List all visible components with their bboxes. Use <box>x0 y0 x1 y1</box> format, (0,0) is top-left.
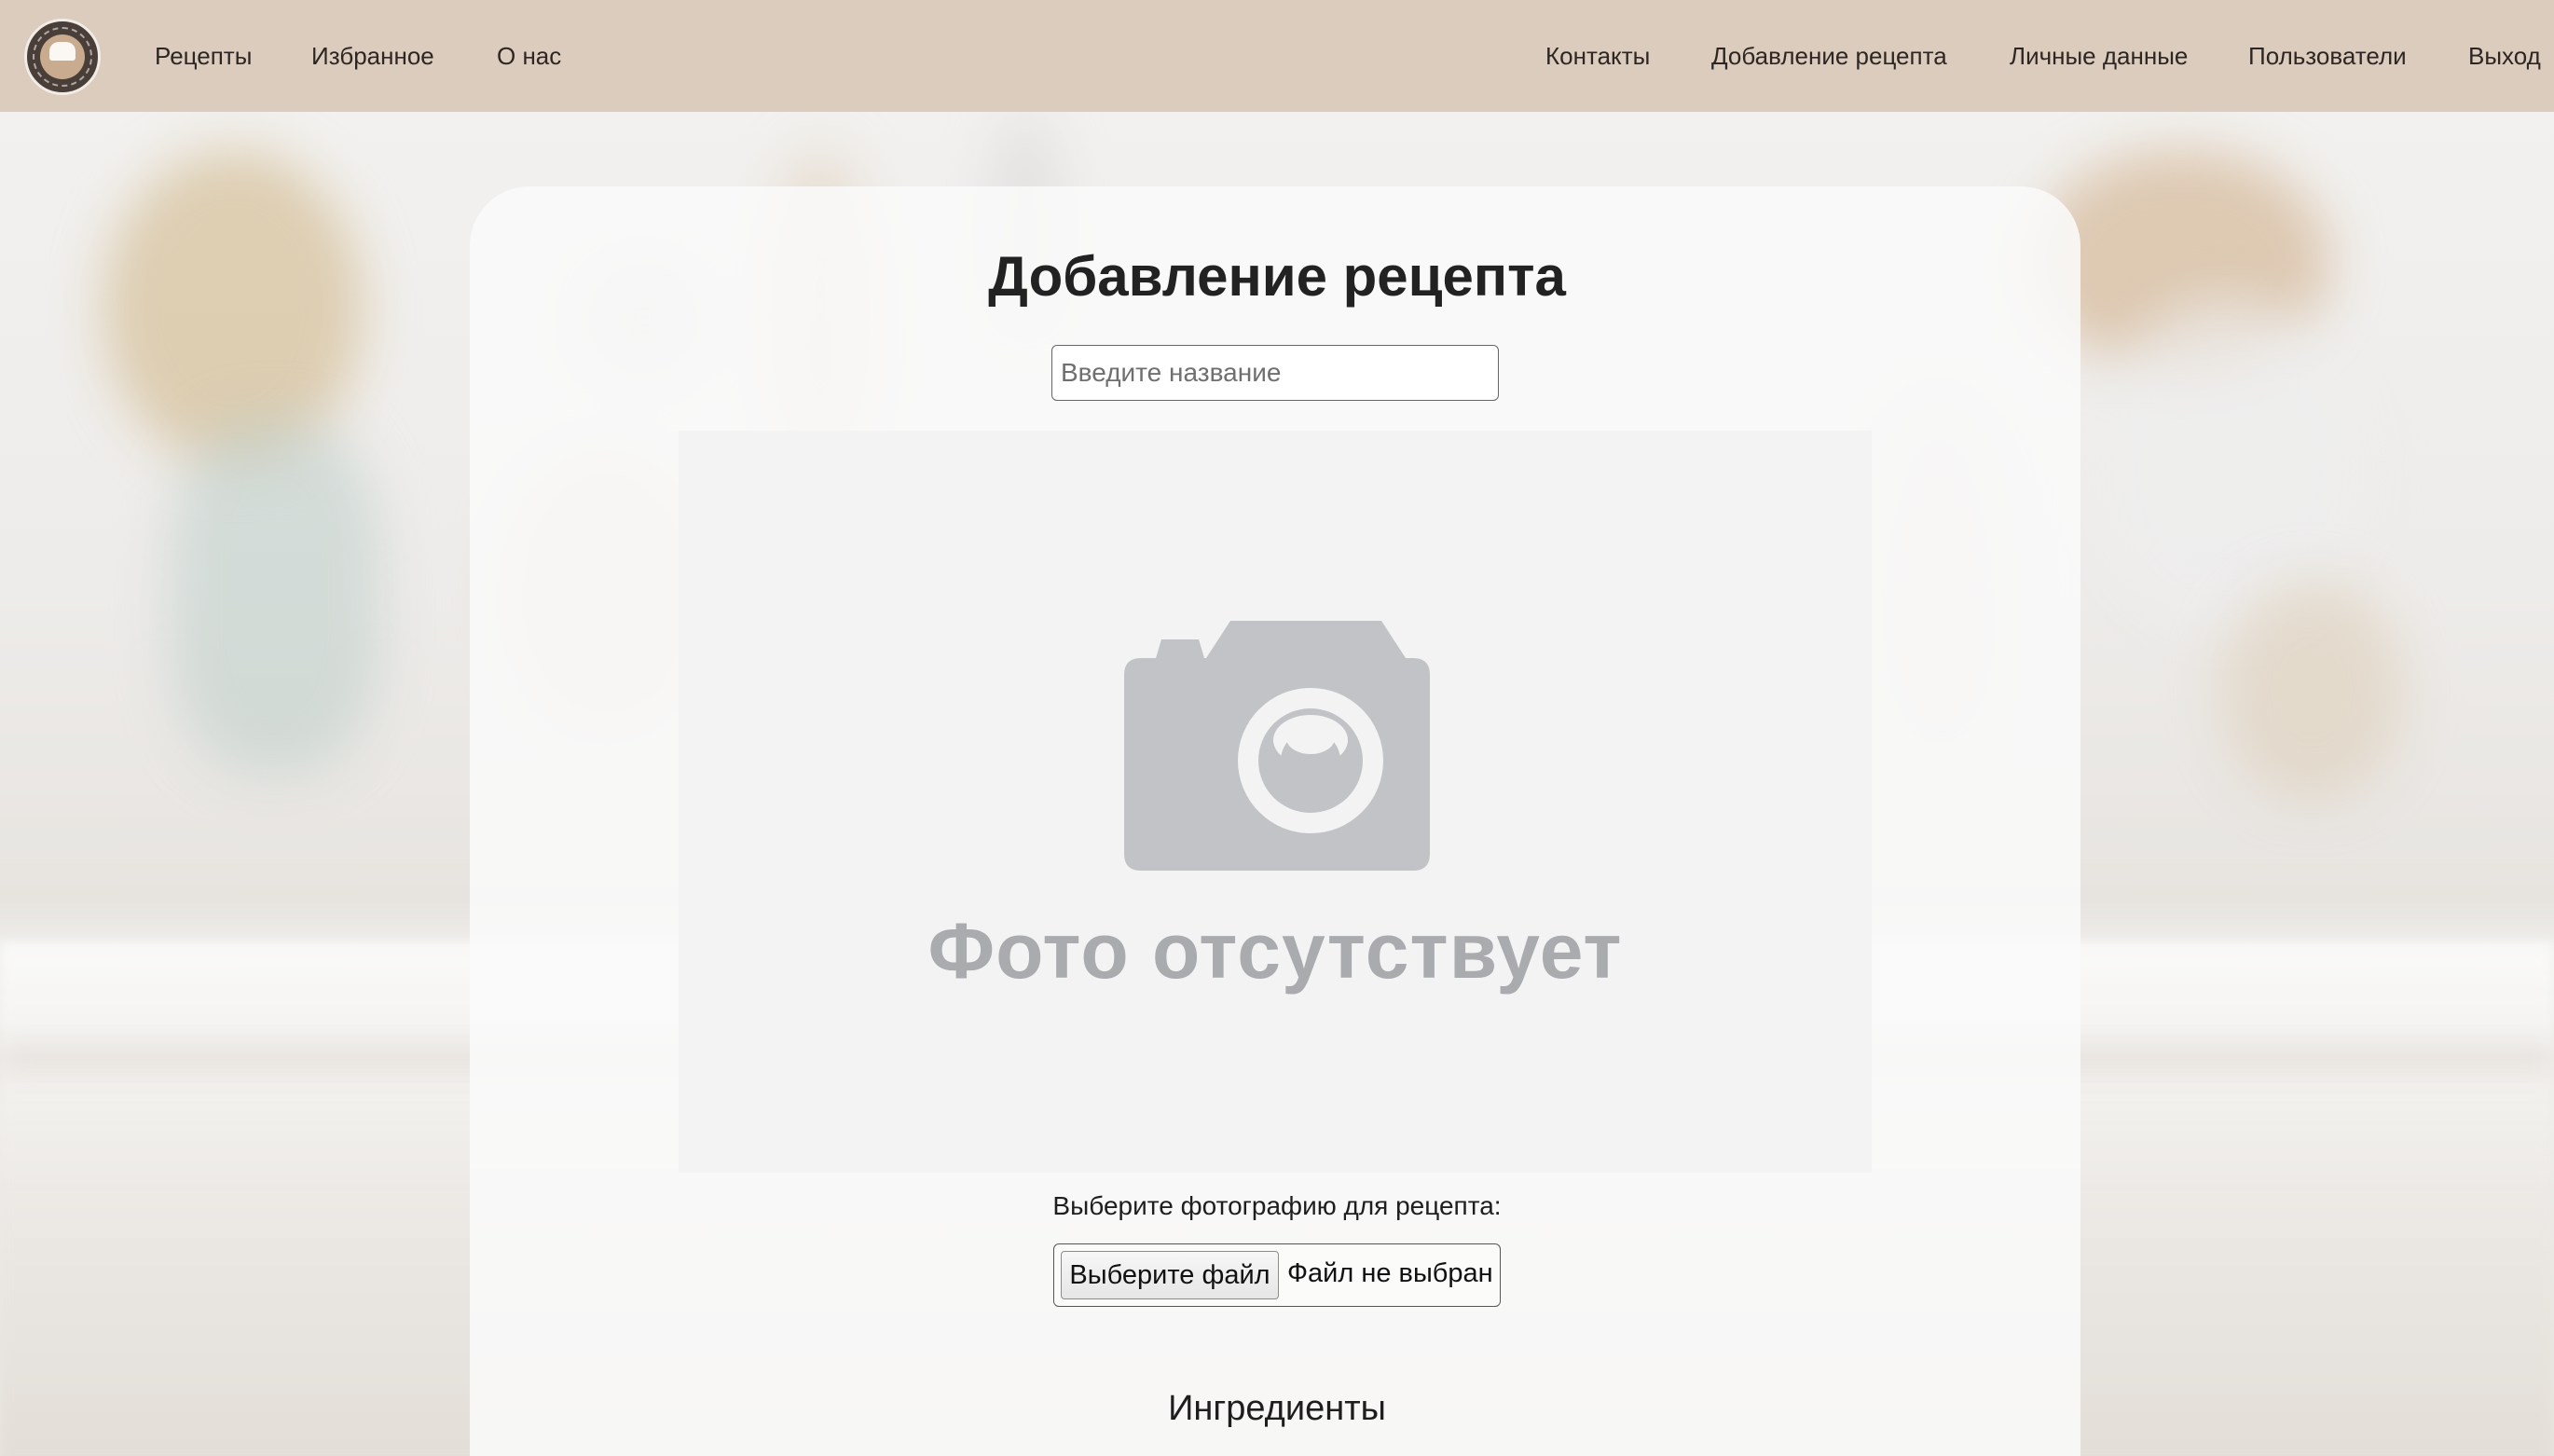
file-status-text: Файл не выбран <box>1287 1258 1493 1288</box>
no-photo-caption: Фото отсутствует <box>927 907 1623 995</box>
page-title: Добавление рецепта <box>988 245 1566 308</box>
site-logo[interactable] <box>24 19 101 95</box>
logo-ring <box>33 27 92 87</box>
file-upload-field[interactable]: Выберите файл Файл не выбран <box>1053 1243 1501 1307</box>
nav-link-add-recipe[interactable]: Добавление рецепта <box>1711 39 1947 73</box>
nav-link-contacts[interactable]: Контакты <box>1545 39 1650 73</box>
camera-icon <box>1124 621 1430 871</box>
nav-link-users[interactable]: Пользователи <box>2248 39 2407 73</box>
nav-link-logout[interactable]: Выход <box>2468 39 2541 73</box>
recipe-photo-placeholder: Фото отсутствует <box>679 431 1872 1173</box>
nav-link-about[interactable]: О нас <box>497 39 561 73</box>
nav-link-personal-data[interactable]: Личные данные <box>2010 39 2188 73</box>
top-navbar: Рецепты Избранное О нас Контакты Добавле… <box>0 0 2554 112</box>
nav-link-favorites[interactable]: Избранное <box>311 39 434 73</box>
recipe-name-input[interactable] <box>1051 345 1499 401</box>
nav-link-recipes[interactable]: Рецепты <box>155 39 252 73</box>
photo-upload-label: Выберите фотографию для рецепта: <box>1052 1191 1502 1220</box>
ingredients-heading: Ингредиенты <box>1168 1389 1386 1428</box>
choose-file-button[interactable]: Выберите файл <box>1061 1251 1279 1299</box>
